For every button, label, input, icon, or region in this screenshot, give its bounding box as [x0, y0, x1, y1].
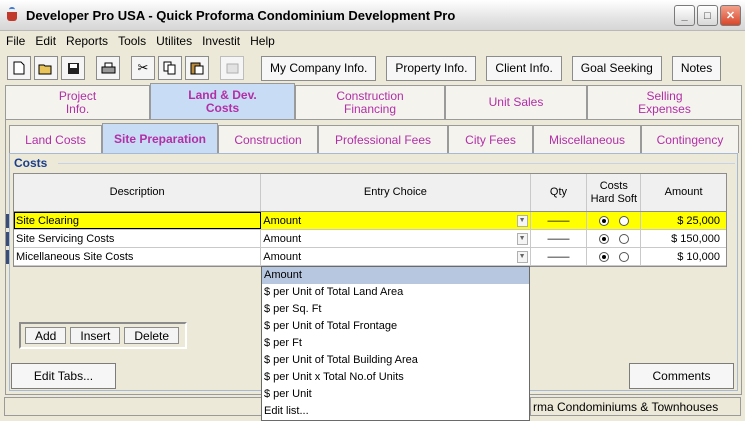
menu-help[interactable]: Help [250, 34, 275, 48]
row-description[interactable]: Site Clearing [14, 212, 262, 229]
menu-file[interactable]: File [6, 34, 25, 48]
soft-radio[interactable] [618, 233, 629, 244]
table-header: Description Entry Choice Qty Costs Hard S… [14, 174, 726, 212]
dropdown-option[interactable]: Amount [262, 267, 529, 284]
row-amount[interactable]: $ 10,000 [641, 248, 726, 265]
hard-radio[interactable] [598, 233, 609, 244]
tab-professional-fees[interactable]: Professional Fees [318, 125, 448, 153]
entry-choice-select[interactable]: Amount ▼ [261, 248, 531, 265]
row-action-group: Add Insert Delete [19, 322, 187, 349]
title-bar: Developer Pro USA - Quick Proforma Condo… [0, 0, 745, 31]
hard-soft-radios [587, 212, 642, 229]
row-marker [6, 250, 9, 264]
maximize-button[interactable]: □ [697, 5, 718, 26]
row-description[interactable]: Site Servicing Costs [14, 230, 262, 247]
soft-radio[interactable] [618, 215, 629, 226]
costs-label: Costs [14, 156, 48, 170]
dropdown-option[interactable]: $ per Ft [262, 335, 529, 352]
dropdown-option[interactable]: $ per Unit of Total Building Area [262, 352, 529, 369]
edit-tabs-button[interactable]: Edit Tabs... [11, 363, 116, 389]
dropdown-option[interactable]: $ per Unit of Total Land Area [262, 284, 529, 301]
header-costs: Costs Hard Soft [587, 174, 642, 211]
dropdown-option[interactable]: $ per Unit [262, 386, 529, 403]
tab-city-fees[interactable]: City Fees [448, 125, 533, 153]
menu-utilites[interactable]: Utilites [156, 34, 192, 48]
menu-reports[interactable]: Reports [66, 34, 108, 48]
chevron-down-icon[interactable]: ▼ [516, 214, 528, 227]
status-product-name: rma Condominiums & Townhouses [531, 397, 741, 416]
add-button[interactable]: Add [25, 327, 67, 344]
hard-radio[interactable] [598, 251, 609, 262]
entry-choice-select[interactable]: Amount ▼ [261, 230, 531, 247]
dropdown-option[interactable]: $ per Sq. Ft [262, 301, 529, 318]
tab-contingency[interactable]: Contingency [641, 125, 739, 153]
header-entry-choice: Entry Choice [261, 174, 531, 211]
hard-soft-radios [587, 248, 642, 265]
minimize-button[interactable]: _ [674, 5, 695, 26]
menu-tools[interactable]: Tools [118, 34, 146, 48]
menu-investit[interactable]: Investit [202, 34, 240, 48]
chevron-down-icon[interactable]: ▼ [516, 250, 528, 263]
table-row[interactable]: Site Clearing Amount ▼ —— $ 25,000 [14, 212, 727, 230]
entry-choice-select[interactable]: Amount ▼ [261, 212, 531, 229]
soft-radio[interactable] [618, 251, 629, 262]
header-qty: Qty [530, 174, 588, 211]
my-company-info-button[interactable]: My Company Info. [261, 55, 377, 81]
dropdown-option[interactable]: $ per Unit x Total No.of Units [262, 369, 529, 386]
cut-icon[interactable]: ✂ [131, 56, 155, 80]
row-amount[interactable]: $ 25,000 [641, 212, 727, 229]
costs-table: Description Entry Choice Qty Costs Hard S… [13, 173, 727, 267]
row-qty[interactable]: —— [531, 248, 588, 265]
goal-seeking-button[interactable]: Goal Seeking [571, 55, 662, 81]
new-file-icon[interactable] [7, 56, 31, 80]
chevron-down-icon[interactable]: ▼ [516, 232, 528, 245]
window-title: Developer Pro USA - Quick Proforma Condo… [26, 7, 456, 23]
sub-tabs: Land Costs Site Preparation Construction… [9, 123, 739, 153]
row-qty[interactable]: —— [530, 212, 588, 229]
menu-edit[interactable]: Edit [35, 34, 56, 48]
save-icon[interactable] [61, 56, 85, 80]
open-folder-icon[interactable] [34, 56, 58, 80]
app-coffee-icon [5, 7, 21, 23]
entry-choice-dropdown[interactable]: Amount $ per Unit of Total Land Area $ p… [261, 266, 530, 421]
row-qty[interactable]: —— [531, 230, 588, 247]
client-info-button[interactable]: Client Info. [486, 55, 562, 81]
hard-soft-radios [587, 230, 642, 247]
dropdown-option-edit-list[interactable]: Edit list... [262, 403, 529, 420]
tab-site-preparation[interactable]: Site Preparation [102, 123, 218, 153]
notes-button[interactable]: Notes [671, 55, 722, 81]
table-row[interactable]: Site Servicing Costs Amount ▼ —— $ 150,0… [14, 230, 726, 248]
row-marker [6, 232, 9, 246]
header-description: Description [14, 174, 262, 211]
menu-bar: File Edit Reports Tools Utilites Investi… [0, 31, 745, 51]
toolbar: ✂ My Company Info. Property Info. Client… [0, 52, 745, 84]
property-info-button[interactable]: Property Info. [386, 55, 477, 81]
header-amount: Amount [641, 174, 726, 211]
dropdown-option[interactable]: $ per Unit of Total Frontage [262, 318, 529, 335]
paste-icon[interactable] [185, 56, 209, 80]
tab-land-costs[interactable]: Land Costs [9, 125, 102, 153]
print-icon[interactable] [96, 56, 120, 80]
delete-button[interactable]: Delete [124, 327, 180, 344]
tab-construction-financing[interactable]: Construction Financing [295, 85, 445, 119]
tab-unit-sales[interactable]: Unit Sales [445, 85, 587, 119]
tab-land-dev-costs[interactable]: Land & Dev. Costs [150, 83, 295, 119]
tab-construction[interactable]: Construction [218, 125, 318, 153]
tab-selling-expenses[interactable]: Selling Expenses [587, 85, 742, 119]
row-marker [6, 214, 9, 228]
copy-icon[interactable] [158, 56, 182, 80]
insert-button[interactable]: Insert [70, 327, 121, 344]
row-description[interactable]: Micellaneous Site Costs [14, 248, 262, 265]
tab-project-info[interactable]: Project Info. [5, 85, 150, 119]
comments-button[interactable]: Comments [629, 363, 734, 389]
tab-miscellaneous[interactable]: Miscellaneous [533, 125, 641, 153]
calculator-icon[interactable] [220, 56, 244, 80]
table-row[interactable]: Micellaneous Site Costs Amount ▼ —— $ 10… [14, 248, 726, 266]
close-button[interactable]: ✕ [720, 5, 741, 26]
hard-radio[interactable] [598, 215, 609, 226]
row-amount[interactable]: $ 150,000 [641, 230, 726, 247]
main-tabs: Project Info. Land & Dev. Costs Constructi… [5, 83, 742, 119]
